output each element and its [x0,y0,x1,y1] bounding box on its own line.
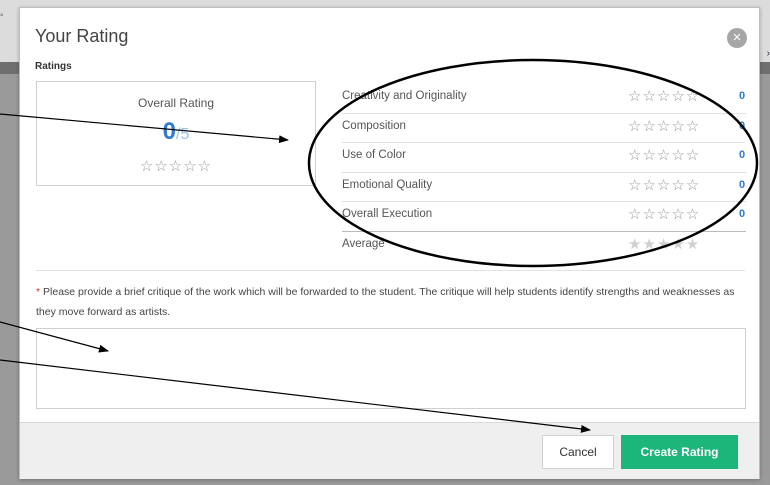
background-page-fragment-right: › [766,48,770,59]
average-row: Average ★★★★★ [342,232,746,262]
section-divider [36,270,745,271]
criterion-label: Creativity and Originality [342,90,467,102]
criterion-star-input[interactable]: ☆☆☆☆☆ [628,146,700,164]
ratings-section-label: Ratings [35,61,72,72]
overall-rating-card: Overall Rating 0/5 ☆☆☆☆☆ [36,81,316,186]
criterion-row-creativity: Creativity and Originality ☆☆☆☆☆ 0 [342,84,746,114]
critique-textarea[interactable] [36,328,746,409]
critique-instructions-text: Please provide a brief critique of the w… [36,286,735,318]
critique-instructions: * Please provide a brief critique of the… [36,282,744,322]
overall-score-out-of: /5 [176,126,190,143]
criterion-value: 0 [739,208,746,220]
criterion-label: Overall Execution [342,208,433,220]
criterion-value: 0 [739,90,746,102]
overall-score: 0 [162,118,176,145]
criterion-row-composition: Composition ☆☆☆☆☆ 0 [342,114,746,143]
criteria-list: Creativity and Originality ☆☆☆☆☆ 0 Compo… [342,84,746,261]
criterion-star-input[interactable]: ☆☆☆☆☆ [628,176,700,194]
criterion-row-overall-execution: Overall Execution ☆☆☆☆☆ 0 [342,202,746,232]
cancel-button[interactable]: Cancel [542,435,614,469]
modal-title: Your Rating [35,26,129,46]
criterion-star-input[interactable]: ☆☆☆☆☆ [628,205,700,223]
criterion-row-use-of-color: Use of Color ☆☆☆☆☆ 0 [342,143,746,173]
average-label: Average [342,237,385,250]
required-asterisk: * [36,286,41,298]
criterion-row-emotional-quality: Emotional Quality ☆☆☆☆☆ 0 [342,173,746,202]
overall-rating-label: Overall Rating [137,96,215,110]
criterion-value: 0 [739,119,746,132]
background-page-fragment-left: ◦ [0,10,4,21]
create-rating-button[interactable]: Create Rating [621,435,738,469]
criterion-value: 0 [739,178,746,191]
criterion-star-input[interactable]: ☆☆☆☆☆ [628,117,700,135]
criterion-value: 0 [739,149,746,161]
average-star-rating: ★★★★★ [628,235,701,253]
rating-modal: Your Rating × Ratings Overall Rating 0/5… [19,7,760,479]
overall-rating-value: 0/5 [37,118,315,146]
criterion-label: Composition [342,119,406,132]
criterion-star-input[interactable]: ☆☆☆☆☆ [628,87,700,105]
criterion-label: Emotional Quality [342,178,433,191]
close-icon[interactable]: × [727,28,747,48]
criterion-label: Use of Color [342,149,406,161]
modal-footer: Cancel Create Rating [20,422,759,479]
overall-star-rating: ☆☆☆☆☆ [139,158,213,175]
